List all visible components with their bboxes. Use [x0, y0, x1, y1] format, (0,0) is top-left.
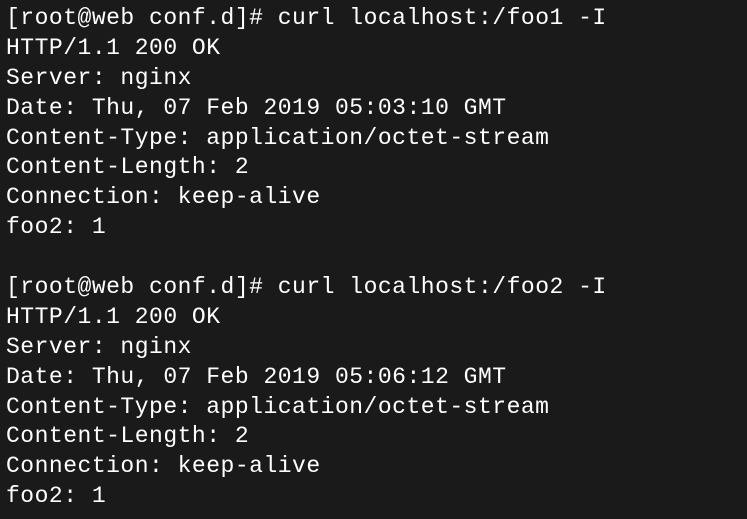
server-header: Server: nginx [6, 64, 741, 94]
content-type-header: Content-Type: application/octet-stream [6, 393, 741, 423]
http-status: HTTP/1.1 200 OK [6, 303, 741, 333]
curl-command: curl localhost:/foo2 -I [278, 274, 607, 300]
command-line-1: [root@web conf.d]# curl localhost:/foo1 … [6, 4, 741, 34]
command-line-2: [root@web conf.d]# curl localhost:/foo2 … [6, 273, 741, 303]
terminal-output[interactable]: [root@web conf.d]# curl localhost:/foo1 … [6, 4, 741, 512]
curl-command: curl localhost:/foo1 -I [278, 5, 607, 31]
shell-prompt: [root@web conf.d]# [6, 5, 278, 31]
server-header: Server: nginx [6, 333, 741, 363]
content-type-header: Content-Type: application/octet-stream [6, 124, 741, 154]
connection-header: Connection: keep-alive [6, 183, 741, 213]
custom-header: foo2: 1 [6, 482, 741, 512]
content-length-header: Content-Length: 2 [6, 422, 741, 452]
blank-line [6, 243, 741, 273]
date-header: Date: Thu, 07 Feb 2019 05:03:10 GMT [6, 94, 741, 124]
content-length-header: Content-Length: 2 [6, 153, 741, 183]
date-header: Date: Thu, 07 Feb 2019 05:06:12 GMT [6, 363, 741, 393]
connection-header: Connection: keep-alive [6, 452, 741, 482]
custom-header: foo2: 1 [6, 213, 741, 243]
shell-prompt: [root@web conf.d]# [6, 274, 278, 300]
http-status: HTTP/1.1 200 OK [6, 34, 741, 64]
